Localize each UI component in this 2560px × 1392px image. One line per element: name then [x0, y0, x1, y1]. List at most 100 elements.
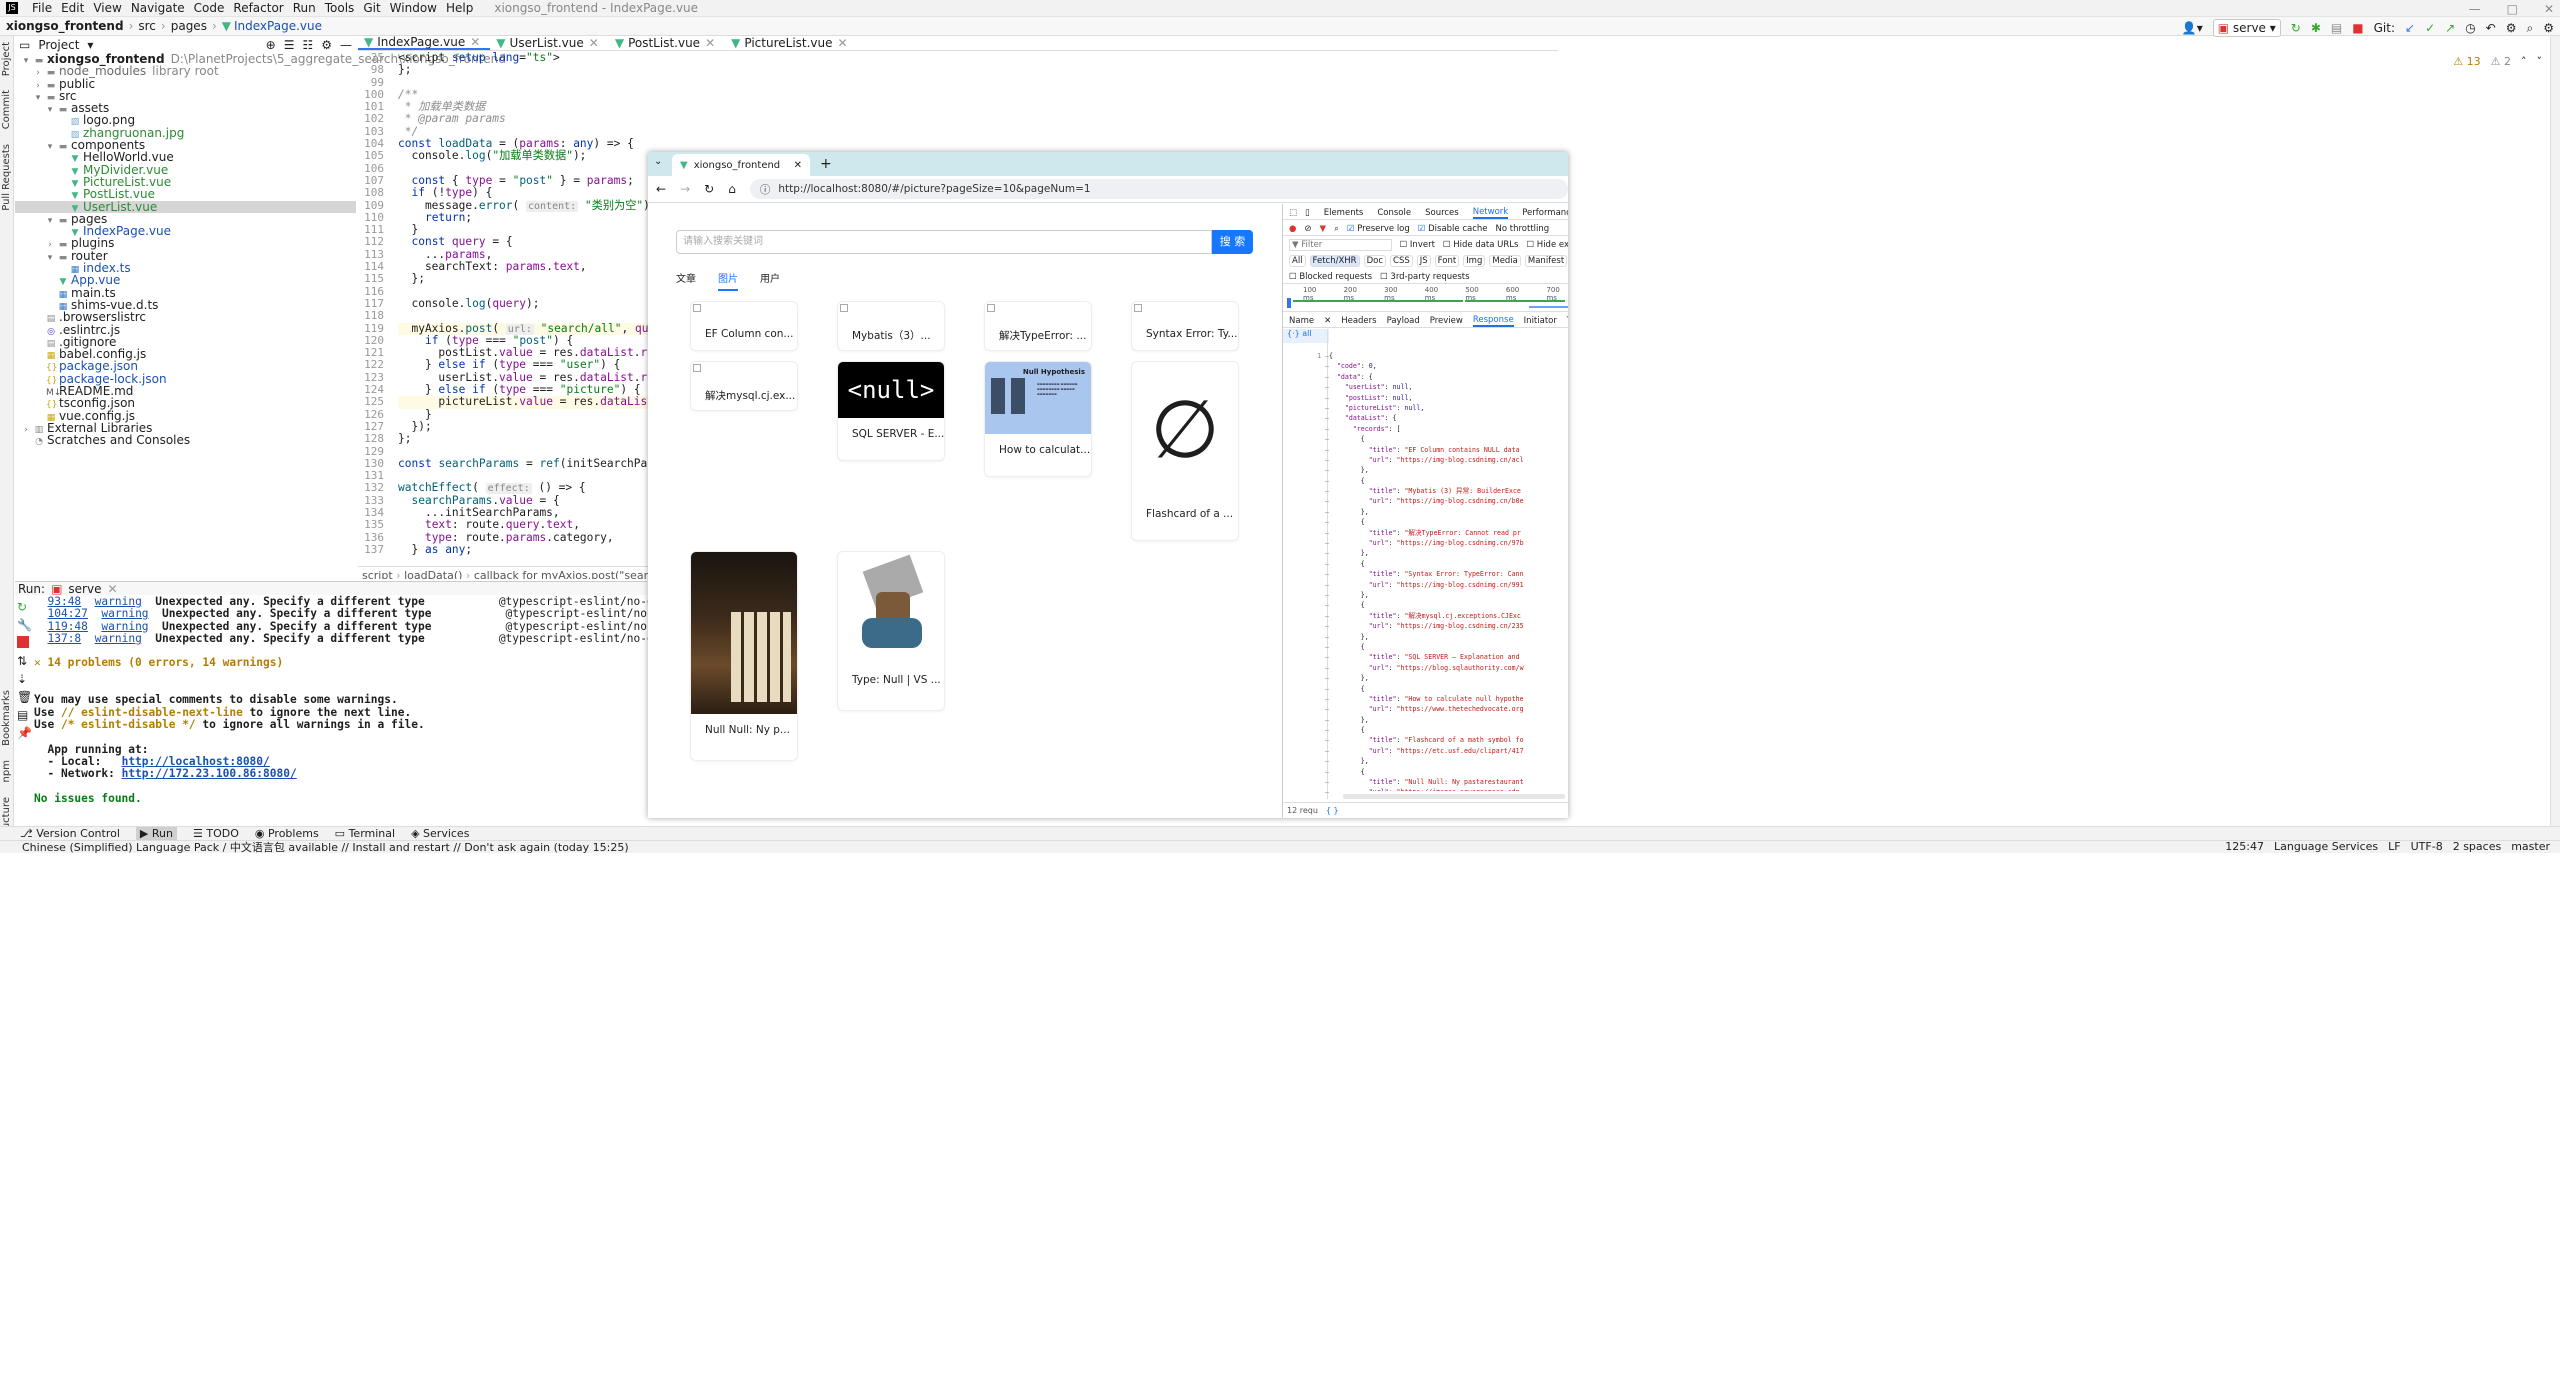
close-icon[interactable]: ✕: [1324, 316, 1331, 326]
trash-icon[interactable]: 🗑: [17, 690, 32, 704]
search-button[interactable]: 搜 索: [1212, 230, 1253, 254]
type-filter-chip[interactable]: JS: [1416, 255, 1431, 267]
maximize-icon[interactable]: □: [2507, 2, 2518, 16]
breadcrumb-project[interactable]: xiongso_frontend: [6, 19, 124, 33]
close-icon[interactable]: ✕: [2544, 2, 2554, 16]
type-filter-chip[interactable]: Img: [1463, 255, 1486, 267]
pull-requests-tool-tab[interactable]: Pull Requests: [1, 144, 12, 211]
editor-tab[interactable]: ▼ PictureList.vue ✕: [725, 36, 857, 50]
detail-tab-preview[interactable]: Preview: [1430, 316, 1463, 326]
stop-icon[interactable]: [17, 636, 29, 648]
device-icon[interactable]: ▯: [1305, 208, 1310, 218]
info-icon[interactable]: ⓘ: [760, 182, 771, 197]
detail-tab-response[interactable]: Response: [1472, 315, 1514, 327]
status-item[interactable]: 2 spaces: [2453, 840, 2502, 853]
horizontal-scrollbar[interactable]: [1343, 794, 1565, 799]
wrench-icon[interactable]: 🔧: [17, 618, 32, 632]
tree-node[interactable]: ▼ MyDivider.vue: [15, 164, 356, 177]
detail-tab-initiator[interactable]: Initiator: [1524, 316, 1557, 326]
menu-view[interactable]: View: [93, 1, 121, 15]
type-filter-chip[interactable]: Fetch/XHR: [1309, 255, 1360, 267]
editor-tab[interactable]: ▼ PostList.vue ✕: [609, 36, 725, 50]
type-filter-chip[interactable]: CSS: [1390, 255, 1413, 267]
settings-icon[interactable]: ⚙: [2506, 21, 2517, 35]
stop-icon[interactable]: ■: [2352, 21, 2363, 35]
close-icon[interactable]: ✕: [589, 36, 599, 50]
picture-card[interactable]: EF Column con...: [690, 301, 798, 351]
tree-node[interactable]: ▦ index.ts: [15, 262, 356, 275]
inspect-icon[interactable]: ⬚: [1289, 208, 1297, 218]
chevron-icon[interactable]: ▾: [21, 55, 31, 67]
menu-tools[interactable]: Tools: [325, 1, 355, 15]
git-push-icon[interactable]: ↗: [2445, 21, 2455, 35]
type-filter-chip[interactable]: Font: [1434, 255, 1460, 267]
detail-tab-timing[interactable]: Timing: [1567, 316, 1568, 326]
hide-panel-icon[interactable]: —: [340, 38, 352, 52]
type-filter-chip[interactable]: Media: [1489, 255, 1521, 267]
git-commit-icon[interactable]: ✓: [2425, 21, 2435, 35]
pin-icon[interactable]: 📌: [17, 726, 32, 740]
detail-tab-name[interactable]: Name: [1289, 316, 1314, 326]
editor-breadcrumb[interactable]: callback for myAxios.post("search/all", …: [474, 569, 650, 579]
format-icon[interactable]: { }: [1326, 806, 1339, 815]
picture-card[interactable]: 解决mysql.cj.ex...: [690, 361, 798, 411]
response-body[interactable]: { "code": 0, "data": { "userList": null,…: [1329, 351, 1568, 791]
tree-node[interactable]: ▼ HelloWorld.vue: [15, 151, 356, 164]
run-config-tab[interactable]: serve: [68, 582, 101, 596]
close-icon[interactable]: ✕: [107, 582, 117, 596]
collapse-all-icon[interactable]: ☷: [302, 38, 313, 52]
picture-card[interactable]: <null> SQL SERVER - E...: [837, 361, 945, 461]
devtools-tab-network[interactable]: Network: [1472, 207, 1509, 219]
editor-tab[interactable]: ▼ UserList.vue ✕: [490, 36, 609, 50]
menu-refactor[interactable]: Refactor: [233, 1, 283, 15]
chevron-icon[interactable]: ▾: [33, 92, 43, 104]
menu-navigate[interactable]: Navigate: [131, 1, 185, 15]
warning-location-link[interactable]: 137:8: [47, 632, 81, 645]
run-config-select[interactable]: ▣ serve ▾: [2212, 19, 2281, 37]
npm-tool-tab[interactable]: npm: [1, 760, 12, 782]
record-icon[interactable]: ●: [1289, 224, 1296, 234]
editor-breadcrumb[interactable]: script: [362, 569, 393, 579]
coverage-icon[interactable]: ▤: [2331, 21, 2342, 35]
tree-node[interactable]: ▾ ▬ router: [15, 250, 356, 263]
menu-code[interactable]: Code: [194, 1, 225, 15]
breadcrumb-file[interactable]: IndexPage.vue: [234, 19, 322, 33]
picture-card[interactable]: Null Hypothesis ▬▬▬▬▬▬▬▬ ▬▬▬▬▬▬ ▬▬▬▬▬▬▬▬ …: [984, 361, 1092, 477]
tree-node[interactable]: ▼ App.vue: [15, 274, 356, 287]
tree-node[interactable]: ▼ UserList.vue: [15, 200, 356, 214]
tree-node[interactable]: ▼ IndexPage.vue: [15, 225, 356, 238]
expand-all-icon[interactable]: ☰: [284, 38, 295, 52]
preserve-log-checkbox[interactable]: ☑ Preserve log: [1347, 224, 1410, 234]
ide-settings-icon[interactable]: ⚙: [2543, 21, 2554, 35]
search-input[interactable]: 请输入搜索关键词: [676, 230, 1212, 254]
code-editor[interactable]: <script setup lang="ts">};/** * 加载单类数据 *…: [398, 52, 648, 557]
status-message[interactable]: Chinese (Simplified) Language Pack / 中文语…: [22, 839, 629, 855]
close-tab-icon[interactable]: ✕: [794, 160, 802, 171]
menu-run[interactable]: Run: [293, 1, 316, 15]
browser-tab[interactable]: ▼ xiongso_frontend ✕: [672, 154, 810, 176]
devtools-tab-console[interactable]: Console: [1377, 208, 1411, 218]
new-tab-icon[interactable]: +: [820, 156, 832, 172]
picture-card[interactable]: 解决TypeError: ...: [984, 301, 1092, 351]
debug-icon[interactable]: ✱: [2311, 21, 2321, 35]
tree-node[interactable]: ▼ PostList.vue: [15, 188, 356, 201]
editor-breadcrumb[interactable]: loadData(): [404, 569, 462, 579]
request-row-all[interactable]: {·} all: [1283, 329, 1329, 343]
search-icon[interactable]: ⌕: [1334, 224, 1339, 234]
category-tab[interactable]: 图片: [718, 270, 738, 291]
chevron-icon[interactable]: ▾: [45, 141, 55, 153]
breadcrumb-src[interactable]: src: [138, 19, 156, 33]
picture-card[interactable]: Type: Null | VS ...: [837, 551, 945, 711]
chevron-down-icon[interactable]: ▾: [87, 38, 93, 52]
run-console-output[interactable]: 93:48 warning Unexpected any. Specify a …: [34, 595, 735, 826]
picture-card[interactable]: Mybatis（3）...: [837, 301, 945, 351]
detail-tab-payload[interactable]: Payload: [1387, 316, 1420, 326]
local-url-link[interactable]: http://localhost:8080/: [122, 755, 270, 768]
rerun-icon[interactable]: ↻: [17, 600, 29, 614]
type-filter-chip[interactable]: Manifest: [1524, 255, 1568, 267]
status-item[interactable]: UTF-8: [2411, 840, 2443, 853]
close-icon[interactable]: ✕: [470, 35, 480, 49]
tree-node[interactable]: ▾ ▬ pages: [15, 213, 356, 226]
network-url-link[interactable]: http://172.23.100.86:8080/: [122, 767, 297, 780]
picture-card[interactable]: Null Null: Ny p...: [690, 551, 798, 761]
